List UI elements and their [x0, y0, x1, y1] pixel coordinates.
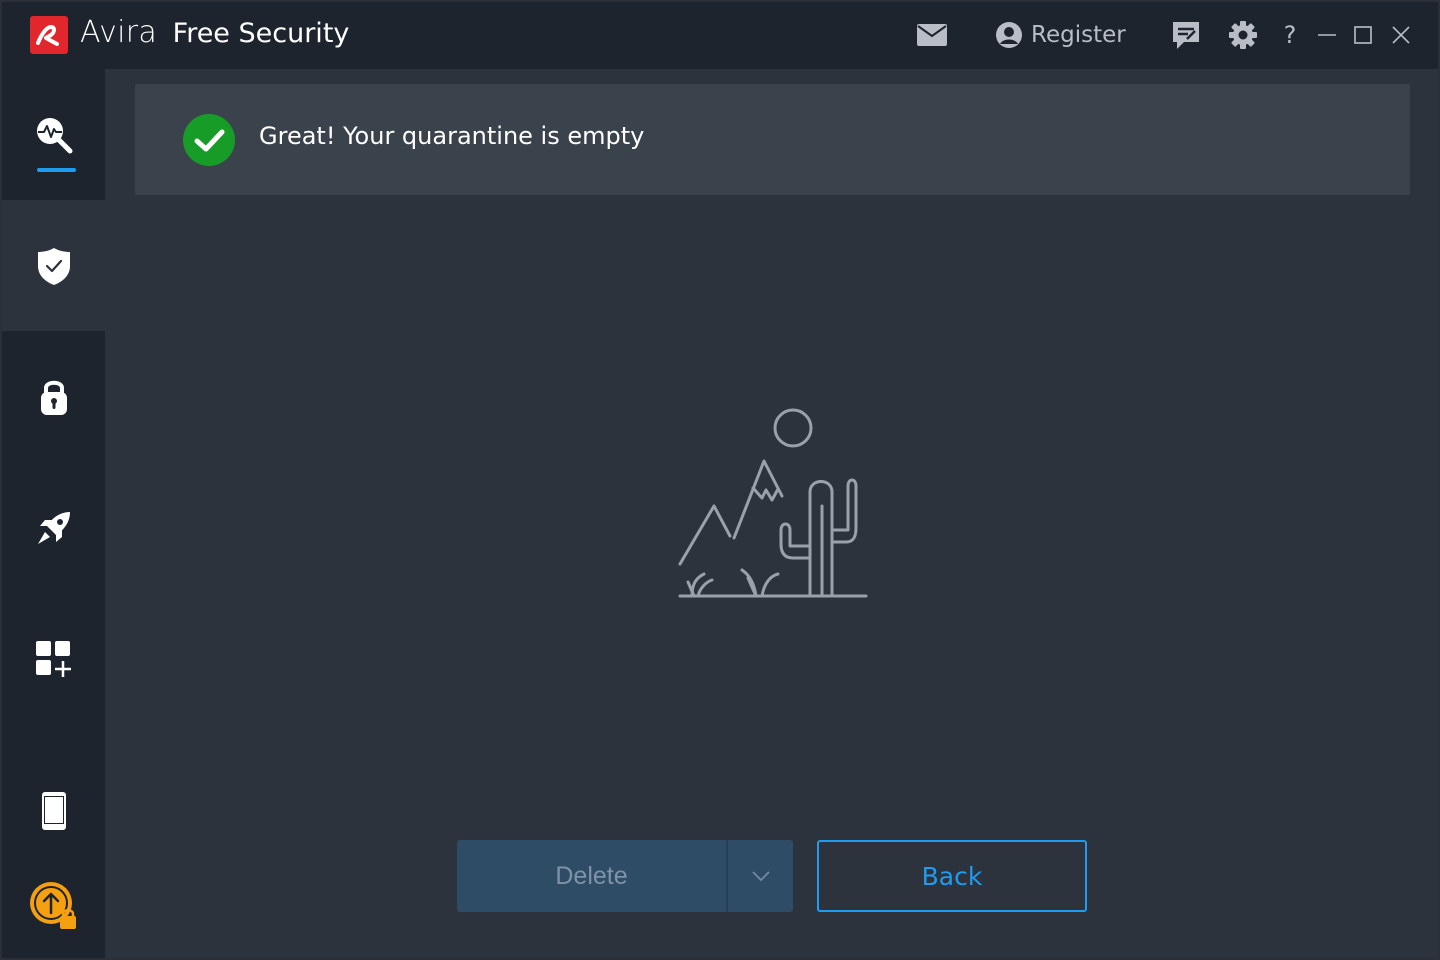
upgrade-lock-icon [29, 881, 76, 929]
sidebar-item-privacy[interactable] [2, 331, 105, 462]
success-check-icon [183, 114, 235, 166]
app-window: Avira Free Security Register ? Great! Yo… [2, 2, 1438, 958]
desert-empty-illustration [678, 408, 868, 598]
sidebar-item-scan[interactable] [2, 69, 105, 200]
register-button[interactable]: Register [995, 18, 1126, 52]
register-label: Register [1031, 22, 1126, 48]
close-icon[interactable] [1390, 18, 1412, 52]
back-button[interactable]: Back [817, 840, 1087, 912]
feedback-icon[interactable] [1169, 18, 1203, 52]
gear-icon[interactable] [1226, 18, 1260, 52]
shield-check-icon [37, 247, 70, 285]
apps-add-icon [35, 640, 71, 677]
sidebar-item-upgrade[interactable] [2, 839, 105, 958]
active-indicator [37, 168, 76, 172]
user-icon [996, 22, 1022, 48]
sidebar-item-apps[interactable] [2, 593, 105, 724]
delete-options-dropdown[interactable] [728, 840, 793, 912]
status-message: Great! Your quarantine is empty [259, 122, 645, 150]
delete-button-group: Delete [457, 840, 793, 912]
maximize-icon[interactable] [1352, 18, 1374, 52]
status-banner: Great! Your quarantine is empty [135, 84, 1410, 195]
scan-pulse-icon [36, 117, 72, 153]
lock-icon [40, 380, 67, 415]
rocket-icon [37, 511, 70, 544]
minimize-icon[interactable] [1316, 18, 1338, 52]
title-bar: Avira Free Security Register ? [2, 2, 1438, 69]
avira-logo [30, 16, 68, 54]
delete-button[interactable]: Delete [457, 840, 726, 912]
sidebar-item-security[interactable] [2, 200, 105, 331]
sidebar [2, 69, 105, 958]
help-icon[interactable]: ? [1278, 18, 1302, 52]
chevron-down-icon [751, 871, 770, 882]
app-title: Avira Free Security [80, 15, 349, 50]
smartphone-icon [41, 791, 66, 830]
app-brand-name: Avira [80, 15, 158, 50]
mail-icon[interactable] [915, 18, 949, 52]
app-product-name: Free Security [172, 18, 350, 49]
sidebar-item-performance[interactable] [2, 462, 105, 593]
